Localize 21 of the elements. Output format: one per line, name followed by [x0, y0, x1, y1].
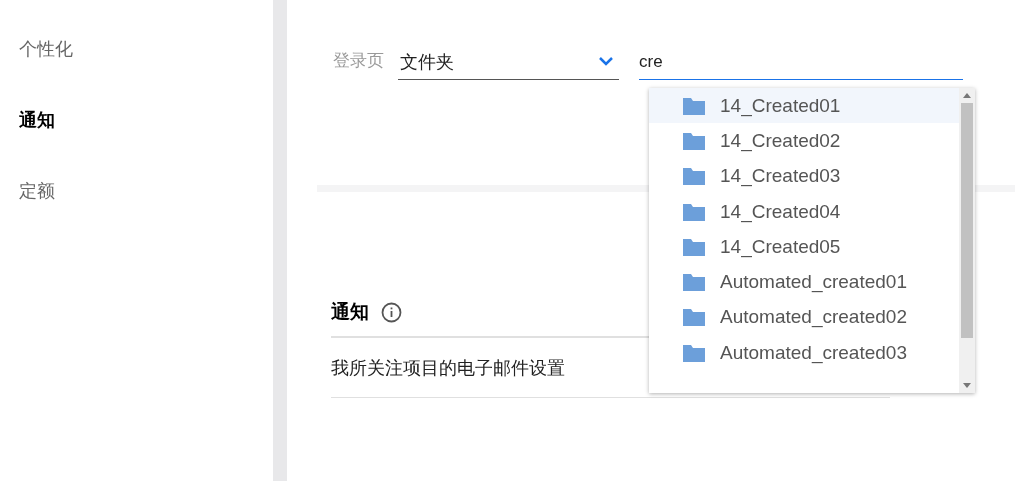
dropdown-item[interactable]: 14_Created01	[649, 88, 959, 124]
sidebar-item[interactable]: 通知	[19, 107, 273, 133]
folder-icon	[682, 166, 706, 187]
folder-icon	[682, 236, 706, 257]
folder-select[interactable]: 文件夹	[398, 44, 619, 80]
setting-label: 我所关注项目的电子邮件设置	[331, 356, 565, 380]
folder-icon	[682, 201, 706, 222]
folder-icon	[682, 95, 706, 116]
folder-icon	[682, 272, 706, 293]
sidebar-item[interactable]: 定额	[19, 178, 273, 204]
sidebar-item[interactable]: 个性化	[19, 36, 273, 62]
section-title: 通知	[331, 300, 369, 324]
info-icon[interactable]	[381, 301, 402, 323]
folder-icon	[682, 342, 706, 363]
scroll-down-icon[interactable]	[963, 383, 971, 388]
folder-icon	[682, 307, 706, 328]
scroll-up-icon[interactable]	[963, 93, 971, 98]
folder-icon	[682, 130, 706, 151]
field-label: 登录页	[333, 50, 384, 72]
chevron-down-icon	[599, 57, 613, 66]
scrollbar[interactable]	[959, 88, 975, 393]
